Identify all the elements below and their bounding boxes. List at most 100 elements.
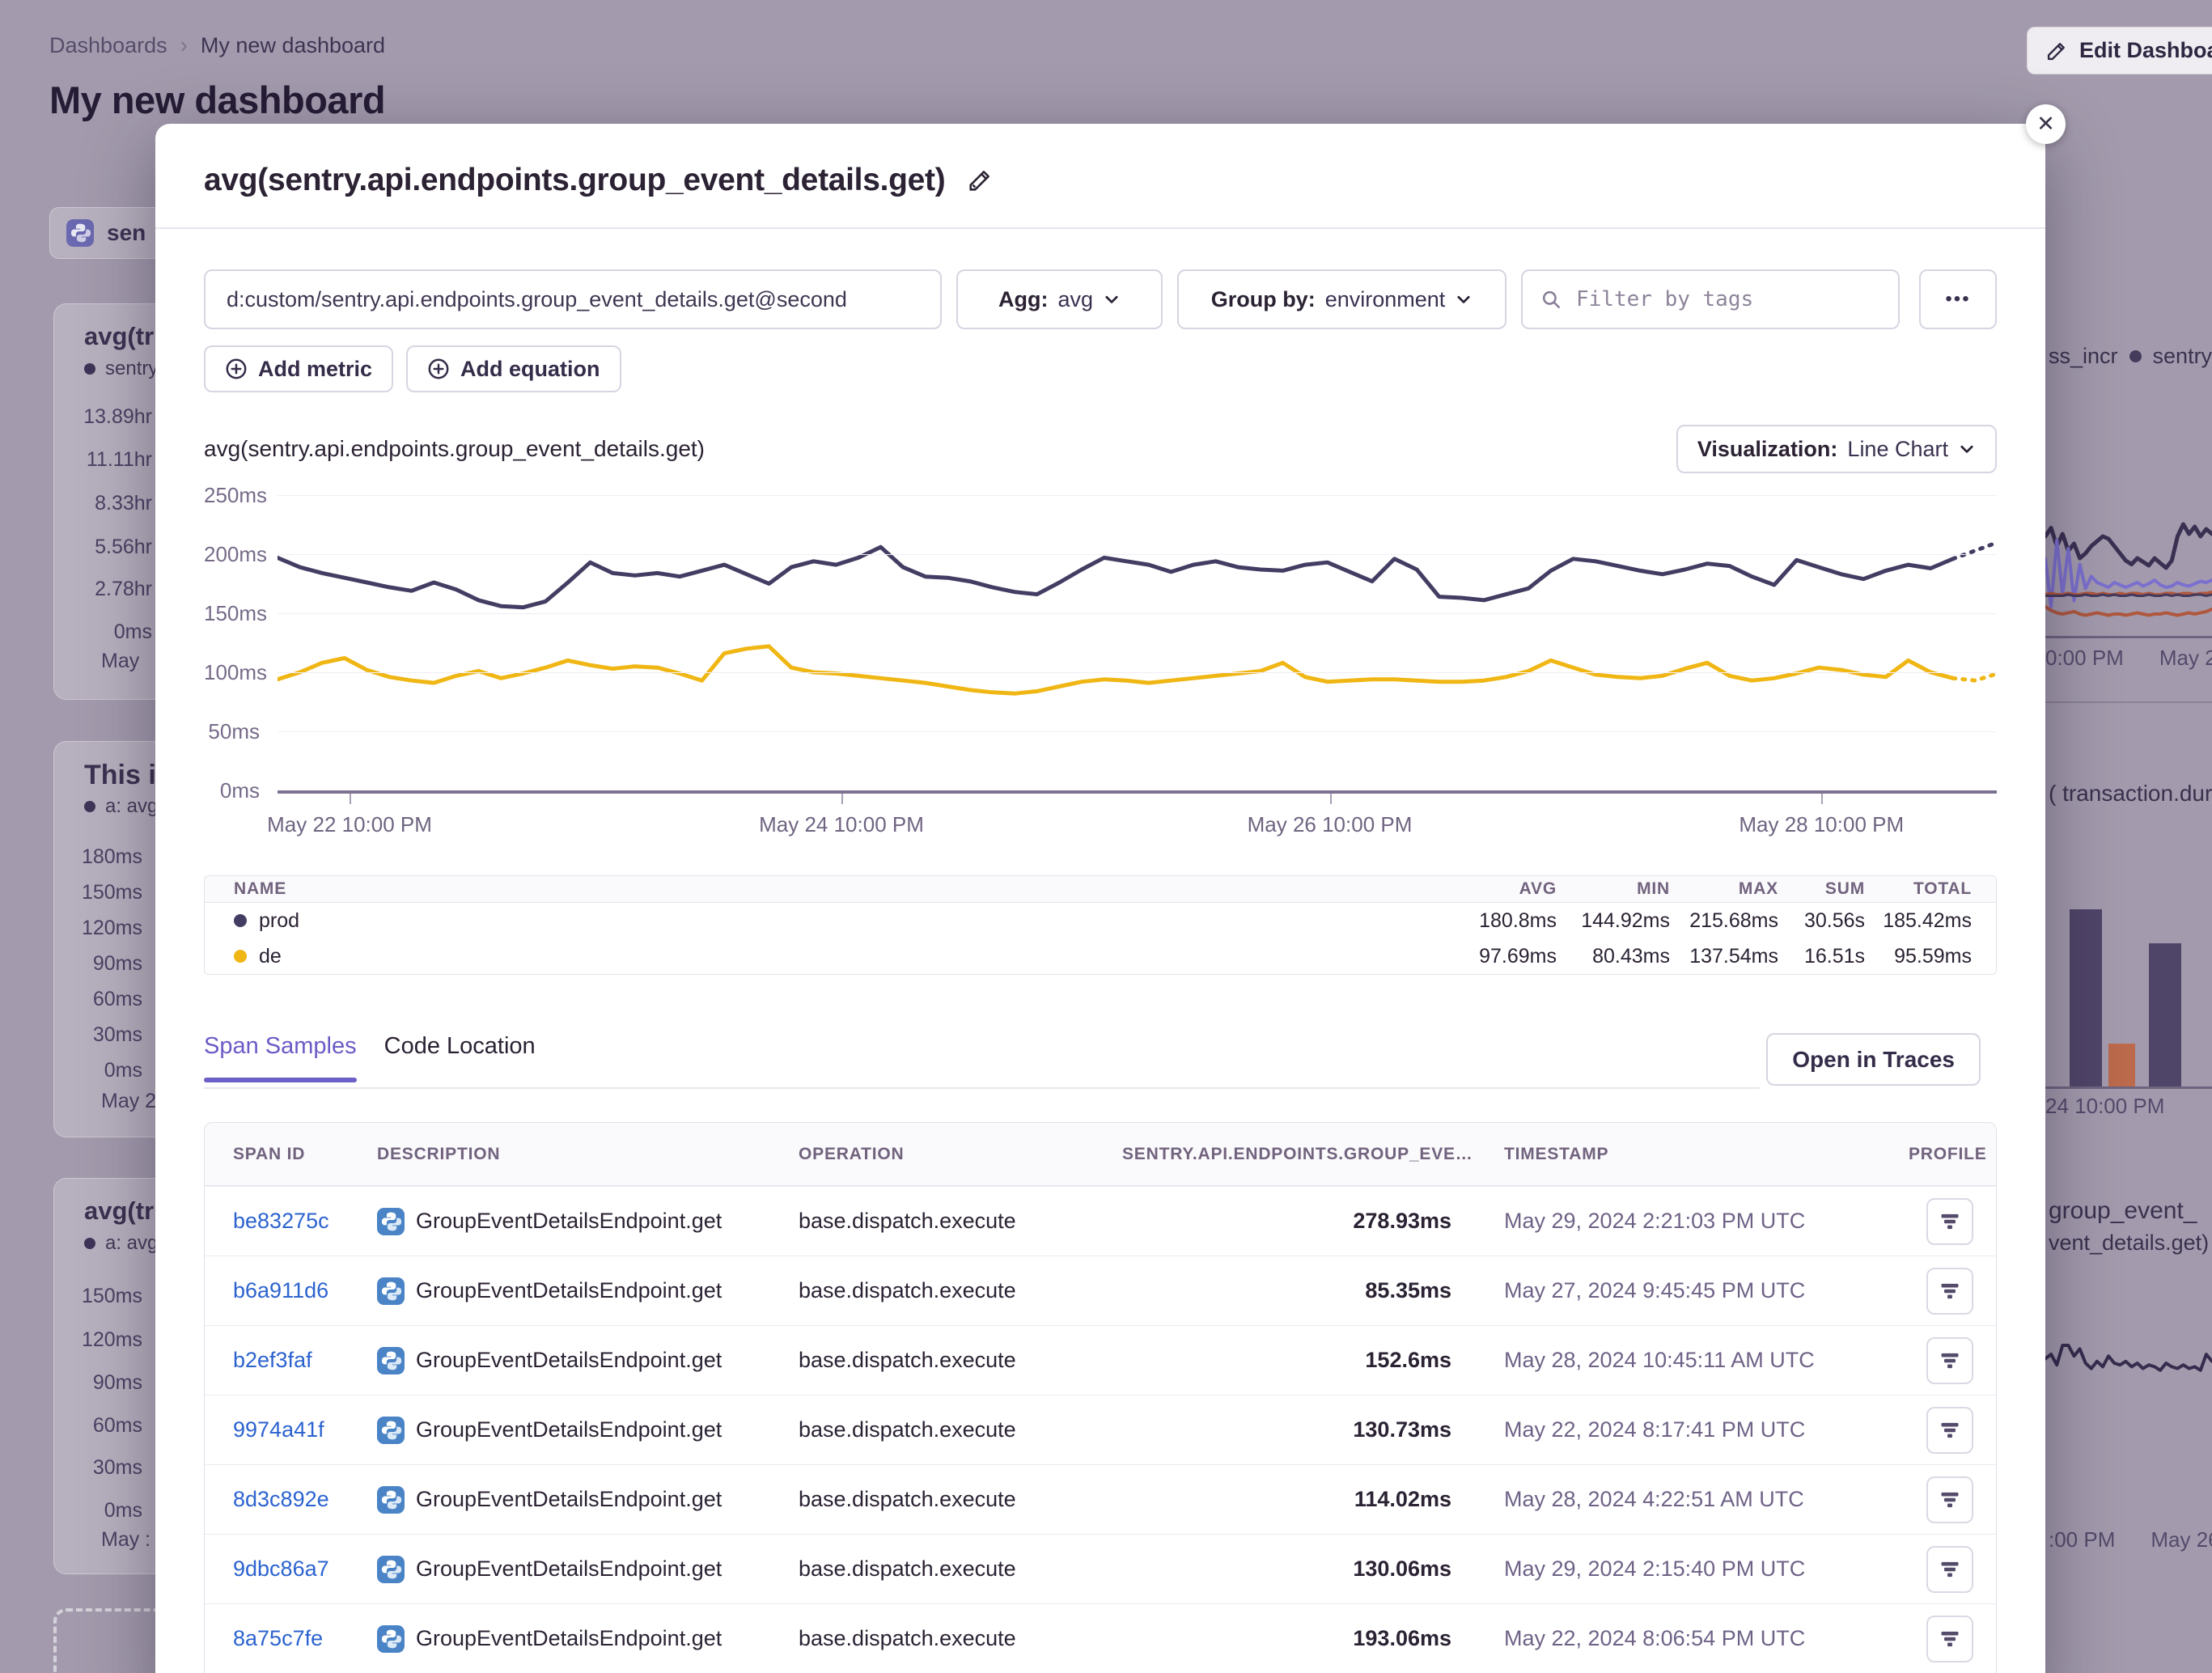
series-color-dot — [234, 950, 247, 963]
col-max: MAX — [1670, 879, 1778, 899]
bg-ytick: 180ms — [54, 845, 142, 869]
y-axis-tick: 250ms — [204, 482, 260, 508]
modal-title: avg(sentry.api.endpoints.group_event_det… — [204, 163, 945, 198]
profile-button[interactable] — [1926, 1616, 1973, 1662]
profile-button[interactable] — [1926, 1268, 1973, 1315]
summary-table-header: NAME AVG MIN MAX SUM TOTAL — [205, 876, 1996, 903]
x-axis-tick-mark — [841, 794, 843, 804]
span-timestamp: May 28, 2024 10:45:11 AM UTC — [1451, 1348, 1909, 1373]
edit-dashboard-button[interactable]: Edit Dashboard — [2027, 27, 2212, 74]
span-description: GroupEventDetailsEndpoint.get — [416, 1209, 722, 1234]
tag-filter-field[interactable] — [1521, 269, 1900, 329]
filter-chip-label: sen — [107, 220, 146, 246]
bg-ytick: 0ms — [54, 1059, 142, 1082]
profile-button[interactable] — [1926, 1407, 1973, 1454]
bg-right-title-frag-2: vent_details.get) — [2049, 1230, 2209, 1256]
legend-dot — [2129, 350, 2142, 362]
span-samples-table: SPAN ID DESCRIPTION OPERATION SENTRY.API… — [204, 1122, 1997, 1673]
span-id-link[interactable]: 8d3c892e — [233, 1487, 329, 1511]
col-span-id: SPAN ID — [233, 1145, 377, 1164]
span-operation: base.dispatch.execute — [799, 1557, 1122, 1582]
span-id-link[interactable]: 9974a41f — [233, 1417, 324, 1442]
table-row: 9dbc86a7 GroupEventDetailsEndpoint.get b… — [205, 1534, 1996, 1603]
legend-dot — [84, 1238, 95, 1249]
col-profile: PROFILE — [1909, 1145, 1997, 1164]
python-icon — [377, 1277, 405, 1305]
table-row[interactable]: prod 180.8ms 144.92ms 215.68ms 30.56s 18… — [205, 903, 1996, 938]
profile-button[interactable] — [1926, 1476, 1973, 1523]
bg-ytick: 13.89hr — [54, 405, 152, 429]
col-metric-value: SENTRY.API.ENDPOINTS.GROUP_EVE… — [1122, 1145, 1451, 1164]
span-description: GroupEventDetailsEndpoint.get — [416, 1278, 722, 1303]
bg-ytick: 60ms — [54, 1414, 142, 1438]
y-axis-tick: 100ms — [204, 659, 260, 685]
span-description: GroupEventDetailsEndpoint.get — [416, 1626, 722, 1651]
span-id-link[interactable]: b6a911d6 — [233, 1278, 328, 1302]
span-description: GroupEventDetailsEndpoint.get — [416, 1348, 722, 1373]
legend-dot — [84, 801, 95, 812]
bg-widget-2-legend: a: avg( — [84, 795, 164, 818]
col-operation: OPERATION — [799, 1145, 1122, 1164]
breadcrumb-separator: › — [180, 32, 188, 58]
python-icon — [66, 219, 94, 247]
app-page: Dashboards › My new dashboard My new das… — [0, 0, 2212, 1673]
more-options-button[interactable]: ••• — [1919, 269, 1997, 329]
bg-right-xlabels-top: 0:00 PM May 26 — [2045, 646, 2212, 671]
aggregate-dropdown[interactable]: Agg: avg — [956, 269, 1163, 329]
span-id-link[interactable]: b2ef3faf — [233, 1348, 312, 1372]
add-metric-button[interactable]: Add metric — [204, 345, 393, 392]
chevron-down-icon — [1103, 290, 1121, 308]
col-total: TOTAL — [1865, 879, 1972, 899]
span-id-link[interactable]: be83275c — [233, 1209, 329, 1233]
span-id-link[interactable]: 9dbc86a7 — [233, 1557, 329, 1581]
query-actions: Add metric Add equation — [204, 345, 1997, 392]
x-axis-tick: May 22 10:00 PM — [267, 812, 432, 837]
close-button[interactable]: ✕ — [2026, 104, 2066, 144]
bg-right-xlabels-mid: 24 10:00 PM May — [2045, 1094, 2212, 1119]
edit-title-icon[interactable] — [966, 167, 994, 194]
bg-widget-1-legend: sentry — [84, 358, 158, 380]
span-operation: base.dispatch.execute — [799, 1348, 1122, 1373]
python-icon — [377, 1486, 405, 1514]
metric-select-field[interactable]: d:custom/sentry.api.endpoints.group_even… — [204, 269, 942, 329]
tab-code-location[interactable]: Code Location — [384, 1033, 536, 1079]
tab-span-samples[interactable]: Span Samples — [204, 1033, 357, 1079]
profile-flamegraph-icon — [1939, 1280, 1961, 1302]
bg-ytick: 150ms — [54, 881, 142, 904]
group-by-dropdown[interactable]: Group by: environment — [1177, 269, 1506, 329]
span-id-link[interactable]: 8a75c7fe — [233, 1626, 323, 1650]
edit-dashboard-label: Edit Dashboard — [2079, 38, 2212, 63]
profile-flamegraph-icon — [1939, 1349, 1961, 1372]
x-axis-tick: May 26 10:00 PM — [1248, 812, 1413, 837]
profile-button[interactable] — [1926, 1337, 1973, 1384]
x-axis-tick-mark — [350, 794, 351, 804]
series-name: prod — [259, 909, 299, 933]
breadcrumb-dashboards[interactable]: Dashboards — [49, 33, 167, 58]
add-equation-button[interactable]: Add equation — [406, 345, 621, 392]
metric-value: d:custom/sentry.api.endpoints.group_even… — [227, 287, 847, 312]
span-description: GroupEventDetailsEndpoint.get — [416, 1487, 722, 1512]
bg-ytick: 11.11hr — [54, 448, 152, 472]
bg-xtick: May — [101, 650, 139, 673]
table-row[interactable]: de 97.69ms 80.43ms 137.54ms 16.51s 95.59… — [205, 938, 1996, 974]
span-operation: base.dispatch.execute — [799, 1417, 1122, 1442]
open-in-traces-button[interactable]: Open in Traces — [1766, 1033, 1981, 1086]
metric-line-chart: 250ms 200ms 150ms 100ms 50ms 0ms May 22 … — [204, 495, 1997, 835]
bg-widget-3-title: avg(tr — [84, 1197, 154, 1226]
tabs: Span Samples Code Location — [204, 1033, 1997, 1079]
profile-flamegraph-icon — [1939, 1558, 1961, 1581]
span-metric-value: 152.6ms — [1122, 1348, 1451, 1373]
tag-filter-input[interactable] — [1574, 286, 1880, 312]
y-axis-tick: 0ms — [204, 777, 260, 803]
line-series — [278, 495, 1998, 790]
profile-button[interactable] — [1926, 1198, 1973, 1245]
profile-flamegraph-icon — [1939, 1628, 1961, 1650]
profile-button[interactable] — [1926, 1546, 1973, 1593]
add-metric-label: Add metric — [258, 357, 372, 382]
chevron-down-icon — [1958, 440, 1976, 458]
bar — [2070, 909, 2102, 1086]
plot-area[interactable]: May 22 10:00 PM May 24 10:00 PM May 26 1… — [278, 495, 1997, 794]
visualization-value: Line Chart — [1847, 437, 1948, 462]
visualization-dropdown[interactable]: Visualization: Line Chart — [1676, 425, 1997, 473]
span-timestamp: May 29, 2024 2:15:40 PM UTC — [1451, 1557, 1909, 1582]
